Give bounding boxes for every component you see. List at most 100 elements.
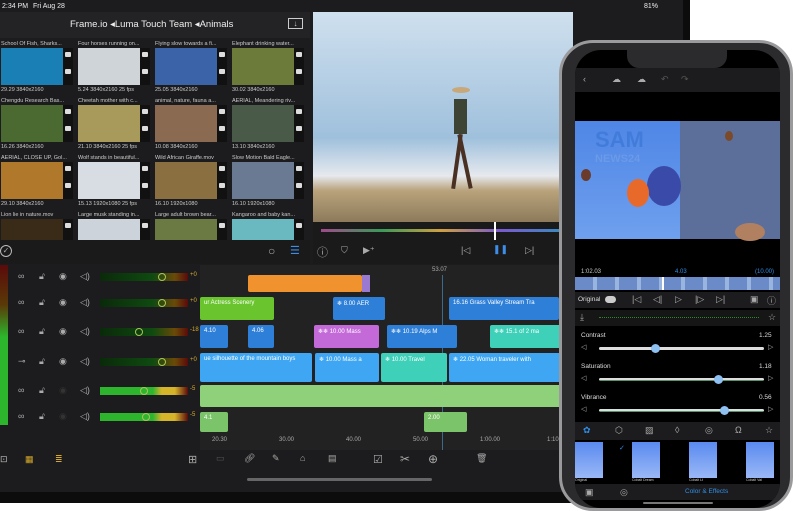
- keyframe-add-icon[interactable]: ⤓: [580, 312, 584, 323]
- effect-circle-icon[interactable]: ◎: [705, 425, 713, 436]
- filter-preset[interactable]: Cobalt Dream: [632, 442, 662, 484]
- select-icon[interactable]: ☑: [373, 453, 383, 466]
- phone-home-indicator[interactable]: [643, 502, 713, 504]
- media-clip[interactable]: Cheetah mother with c... 21.10 3840x2160…: [77, 95, 153, 151]
- color-wheel-icon[interactable]: ✿: [583, 425, 591, 436]
- clip-thumbnail[interactable]: [1, 162, 63, 199]
- clip-thumbnail[interactable]: [78, 162, 140, 199]
- checkbox-icon[interactable]: [142, 223, 148, 228]
- target-icon[interactable]: ◎: [620, 487, 628, 498]
- cube-lut-icon[interactable]: ⬡: [615, 425, 623, 436]
- slider-thumb[interactable]: [720, 406, 730, 415]
- volume-knob[interactable]: [158, 273, 166, 281]
- checkbox-icon[interactable]: [219, 109, 225, 114]
- timecode-icon[interactable]: ≣: [55, 454, 63, 465]
- timeline[interactable]: 53.07 ur Actress Scenery ❄ 8.00 AER 16.16 …: [200, 265, 570, 450]
- timeline-clip[interactable]: ❄ 8.00 AER: [333, 297, 385, 320]
- search-icon[interactable]: ○: [268, 244, 275, 258]
- lock-icon[interactable]: 🔓︎: [39, 411, 45, 422]
- volume-knob[interactable]: [135, 328, 143, 336]
- checkbox-icon[interactable]: [65, 109, 71, 114]
- checkmark-icon[interactable]: ✓: [0, 245, 12, 257]
- lock-icon[interactable]: 🔓︎: [39, 297, 45, 308]
- volume-meter[interactable]: [100, 413, 188, 421]
- link-icon[interactable]: ∞: [18, 411, 24, 421]
- checkbox-icon[interactable]: [219, 166, 225, 171]
- drop-icon[interactable]: ◊: [675, 425, 679, 435]
- clip-thumbnail[interactable]: [155, 48, 217, 85]
- download-icon[interactable]: ↓: [288, 18, 303, 29]
- volume-meter[interactable]: [100, 273, 188, 281]
- volume-meter[interactable]: [100, 387, 188, 395]
- filter-preset[interactable]: Cobalt Lt: [689, 442, 719, 484]
- skip-forward-icon[interactable]: ▷|: [525, 245, 534, 256]
- eye-icon[interactable]: ◉: [59, 271, 67, 282]
- slider-thumb[interactable]: [713, 375, 723, 384]
- checkbox-icon[interactable]: [296, 223, 302, 228]
- checkbox-icon[interactable]: [65, 166, 71, 171]
- image-icon[interactable]: ▨: [645, 425, 654, 436]
- checkbox-icon[interactable]: [142, 109, 148, 114]
- timeline-clip[interactable]: ❄❄ 15.1 of 2 ma: [490, 325, 562, 348]
- phone-preview[interactable]: SAM NEWS24: [575, 121, 780, 241]
- volume-meter[interactable]: [100, 358, 188, 366]
- filmstrip-scrubber[interactable]: [575, 277, 780, 290]
- media-clip[interactable]: School Of Fish, Sharks... 29.29 3840x216…: [0, 38, 76, 94]
- checkbox-icon[interactable]: [142, 166, 148, 171]
- eye-icon[interactable]: ◉: [59, 411, 67, 422]
- media-clip[interactable]: Chengdu Research Bas... 16.26 3840x2160: [0, 95, 76, 151]
- media-clip[interactable]: AERIAL, CLOSE UP, Gol... 29.10 3840x2160: [0, 152, 76, 208]
- link-icon[interactable]: ∞: [18, 297, 24, 307]
- speaker-icon[interactable]: ◁): [80, 326, 90, 337]
- breadcrumb[interactable]: Frame.io ◂Luma Touch Team ◂Animals: [70, 19, 233, 30]
- volume-knob[interactable]: [140, 387, 148, 395]
- link-icon[interactable]: ∞: [18, 271, 24, 281]
- speaker-icon[interactable]: ◁): [80, 271, 90, 282]
- anchor-icon[interactable]: ⊸: [18, 356, 26, 367]
- timeline-clip[interactable]: 2.00: [424, 412, 467, 432]
- video-viewer[interactable]: [313, 12, 573, 222]
- share-icon[interactable]: ☁: [637, 74, 646, 85]
- increment-icon[interactable]: ▷: [768, 405, 773, 413]
- volume-knob[interactable]: [158, 358, 166, 366]
- scrubber-playhead[interactable]: [662, 277, 664, 290]
- timeline-clip[interactable]: ue silhouette of the mountain boys: [200, 353, 312, 382]
- clip-thumbnail[interactable]: [232, 48, 294, 85]
- increment-icon[interactable]: ▷: [768, 374, 773, 382]
- timeline-clip[interactable]: 4.06: [248, 325, 274, 348]
- checkbox-icon[interactable]: [296, 166, 302, 171]
- add-track-icon[interactable]: ⊞: [188, 453, 197, 466]
- checkbox-icon[interactable]: [142, 52, 148, 57]
- clip-thumbnail[interactable]: [1, 105, 63, 142]
- original-toggle[interactable]: [605, 296, 616, 303]
- speaker-icon[interactable]: ◁): [80, 356, 90, 367]
- pencil-icon[interactable]: ✎: [272, 453, 280, 464]
- volume-knob[interactable]: [158, 299, 166, 307]
- transition-marker[interactable]: [362, 275, 370, 292]
- clip-thumbnail[interactable]: [155, 105, 217, 142]
- timeline-clip[interactable]: ❄ 10.00 Mass a: [315, 353, 379, 382]
- pause-icon[interactable]: ❚❚: [493, 244, 508, 255]
- timeline-clip[interactable]: 4.10: [200, 325, 228, 348]
- decrement-icon[interactable]: ◁: [581, 405, 586, 413]
- frame-icon[interactable]: ▣: [585, 487, 594, 498]
- slider-track[interactable]: [599, 406, 764, 415]
- lock-icon[interactable]: 🔓︎: [39, 385, 45, 396]
- checkbox-icon[interactable]: [219, 52, 225, 57]
- skip-start-icon[interactable]: |◁: [632, 294, 641, 305]
- clip-thumbnail[interactable]: [78, 48, 140, 85]
- media-clip[interactable]: AERIAL, Meandering riv... 13.10 3840x216…: [231, 95, 307, 151]
- star-icon[interactable]: ☆: [765, 425, 773, 436]
- clip-thumbnail[interactable]: [232, 162, 294, 199]
- layout-icon[interactable]: ▦: [25, 454, 34, 465]
- checkbox-icon[interactable]: [219, 223, 225, 228]
- timeline-clip[interactable]: [200, 385, 565, 407]
- clip-thumbnail[interactable]: [1, 48, 63, 85]
- clip-thumbnail[interactable]: [155, 162, 217, 199]
- link-icon[interactable]: ∞: [18, 385, 24, 395]
- title-icon[interactable]: ⌂: [300, 453, 305, 463]
- clipboard-icon[interactable]: ▤: [328, 453, 337, 464]
- speaker-icon[interactable]: ◁): [80, 411, 90, 422]
- volume-knob[interactable]: [142, 413, 150, 421]
- eye-icon[interactable]: ◉: [59, 385, 67, 396]
